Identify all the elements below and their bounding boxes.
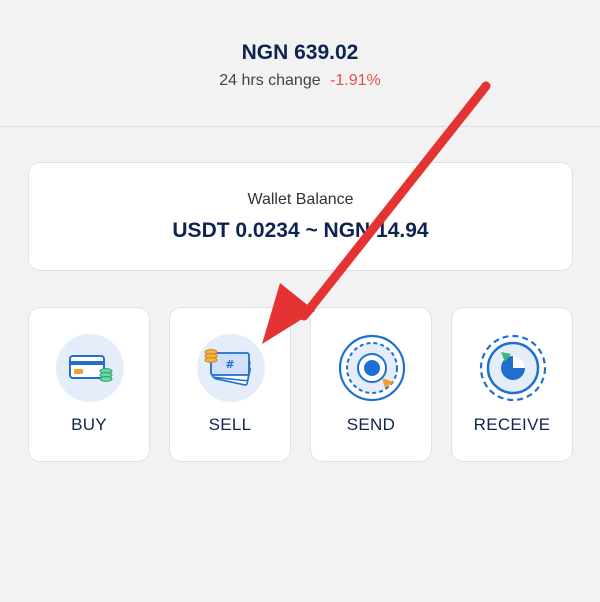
wallet-balance-amount: USDT 0.0234 ~ NGN 14.94: [172, 219, 429, 242]
receive-icon: [479, 334, 547, 402]
receive-label: RECEIVE: [473, 415, 551, 434]
change-percent: -1.91%: [330, 72, 381, 89]
send-icon: [338, 334, 406, 402]
wallet-balance-card: Wallet Balance USDT 0.0234 ~ NGN 14.94: [28, 162, 573, 271]
price-value: NGN 639.02: [241, 41, 359, 64]
receive-button[interactable]: RECEIVE: [451, 307, 573, 462]
svg-text:#: #: [225, 358, 234, 371]
cash-stack-icon: #: [197, 334, 265, 402]
send-button[interactable]: SEND: [310, 307, 432, 462]
sell-button[interactable]: # SELL: [169, 307, 291, 462]
card-coins-icon: [56, 334, 124, 402]
price-header: NGN 639.02 24 hrs change -1.91%: [0, 0, 600, 127]
sell-label: SELL: [208, 415, 252, 434]
change-label: 24 hrs change: [219, 72, 321, 89]
buy-label: BUY: [71, 415, 107, 434]
buy-button[interactable]: BUY: [28, 307, 150, 462]
send-label: SEND: [346, 415, 396, 434]
change-line: 24 hrs change -1.91%: [0, 72, 600, 90]
wallet-balance-label: Wallet Balance: [247, 191, 354, 208]
